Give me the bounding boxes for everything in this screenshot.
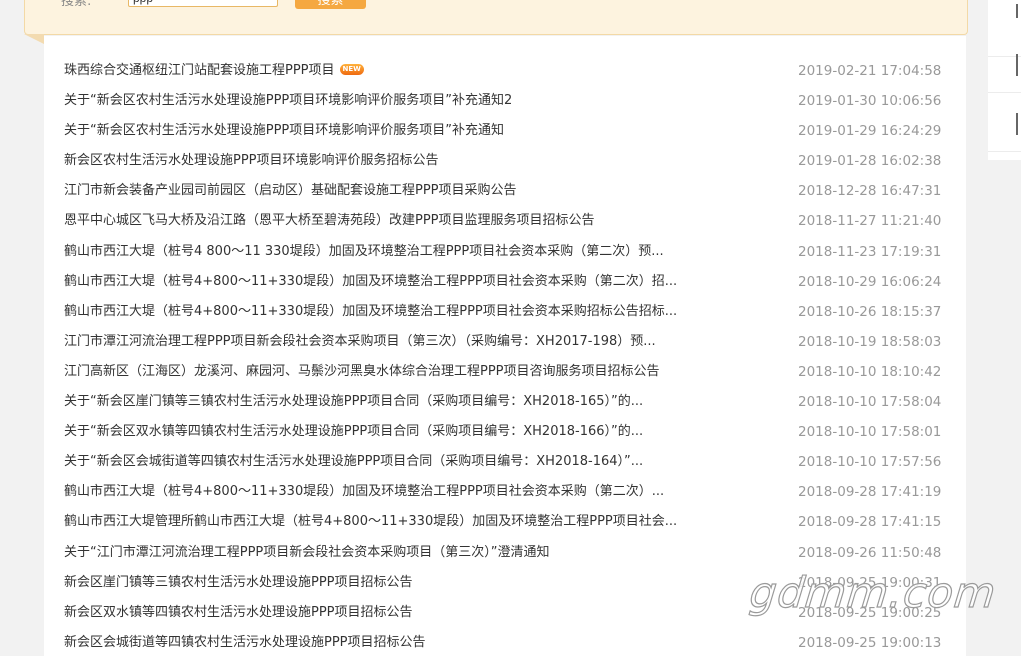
announcement-date: 2019-02-21 17:04:58 [798,63,942,79]
list-item: 鹤山市西江大堤管理所鹤山市西江大堤（桩号4+800～11+330堤段）加固及环境… [44,507,966,537]
announcement-title-text: 新会区会城街道等四镇农村生活污水处理设施PPP项目招标公告 [64,634,426,650]
list-item: 鹤山市西江大堤（桩号4+800～11+330堤段）加固及环境整治工程PPP项目社… [44,477,966,507]
announcement-title-link[interactable]: 关于“新会区农村生活污水处理设施PPP项目环境影响评价服务项目”补充通知2 [64,86,512,116]
announcement-date: 2018-10-10 17:57:56 [798,454,942,471]
list-item: 新会区农村生活污水处理设施PPP项目环境影响评价服务招标公告 2019-01-28… [44,146,966,176]
announcement-title-link[interactable]: 关于“新会区双水镇等四镇农村生活污水处理设施PPP项目合同（采购项目编号：XH2… [64,417,643,447]
sidebar-marker-icon [1016,113,1018,135]
announcement-date: 2018-11-27 11:21:40 [798,213,942,230]
announcement-title-text: 关于“新会区农村生活污水处理设施PPP项目环境影响评价服务项目”补充通知 [64,123,504,139]
announcement-title-text: 江门市新会装备产业园司前园区（启动区）基础配套设施工程PPP项目采购公告 [64,183,517,199]
announcement-title-text: 江门市潭江河流治理工程PPP项目新会段社会资本采购项目（第三次）（采购编号：XH… [64,333,656,349]
announcement-title-link[interactable]: 江门高新区（江海区）龙溪河、麻园河、马鬃沙河黑臭水体综合治理工程PPP项目咨询服… [64,357,660,387]
announcement-title-text: 鹤山市西江大堤管理所鹤山市西江大堤（桩号4+800～11+330堤段）加固及环境… [64,514,678,530]
announcement-date: 2019-01-28 16:02:38 [798,153,942,170]
sidebar-marker-icon [1016,4,1018,18]
announcement-title-link[interactable]: 鹤山市西江大堤（桩号4 800～11 330堤段）加固及环境整治工程PPP项目社… [64,237,664,267]
announcement-title-text: 新会区崖门镇等三镇农村生活污水处理设施PPP项目招标公告 [64,574,413,590]
right-sidebar [988,0,1021,160]
announcement-title-link[interactable]: 新会区崖门镇等三镇农村生活污水处理设施PPP项目招标公告 [64,568,413,598]
announcement-date: 2018-12-28 16:47:31 [798,183,942,200]
list-item: 珠西综合交通枢纽江门站配套设施工程PPP项目 NEW 2019-02-21 17:0… [44,56,966,86]
site-watermark: gdmm.com [747,567,1000,617]
announcement-title-text: 鹤山市西江大堤（桩号4+800～11+330堤段）加固及环境整治工程PPP项目社… [64,484,665,500]
announcement-date: 2019-01-30 10:06:56 [798,93,942,110]
announcement-title-text: 关于“新会区会城街道等四镇农村生活污水处理设施PPP项目合同（采购项目编号：XH… [64,454,644,470]
list-item: 关于“新会区会城街道等四镇农村生活污水处理设施PPP项目合同（采购项目编号：XH… [44,447,966,477]
search-panel: 搜索: 搜索 [24,0,968,35]
list-item: 江门高新区（江海区）龙溪河、麻园河、马鬃沙河黑臭水体综合治理工程PPP项目咨询服… [44,357,966,387]
list-item: 恩平中心城区飞马大桥及沿江路（恩平大桥至碧涛苑段）改建PPP项目监理服务项目招标… [44,206,966,236]
announcement-title-link[interactable]: 新会区双水镇等四镇农村生活污水处理设施PPP项目招标公告 [64,598,413,628]
announcement-date: 2018-09-26 11:50:48 [798,544,942,561]
announcement-title-text: 珠西综合交通枢纽江门站配套设施工程PPP项目 [64,63,335,78]
list-item: 关于“江门市潭江河流治理工程PPP项目新会段社会资本采购项目（第三次）”澄清通知… [44,538,966,568]
announcement-title-text: 鹤山市西江大堤（桩号4 800～11 330堤段）加固及环境整治工程PPP项目社… [64,243,664,259]
announcement-title-link[interactable]: 鹤山市西江大堤（桩号4+800～11+330堤段）加固及环境整治工程PPP项目社… [64,267,677,297]
sidebar-item[interactable] [988,34,1021,93]
list-item: 关于“新会区农村生活污水处理设施PPP项目环境影响评价服务项目”补充通知 2019… [44,116,966,146]
announcement-title-text: 关于“江门市潭江河流治理工程PPP项目新会段社会资本采购项目（第三次）”澄清通知 [64,544,550,560]
sidebar-item[interactable] [988,93,1021,152]
announcement-title-link[interactable]: 江门市新会装备产业园司前园区（启动区）基础配套设施工程PPP项目采购公告 [64,176,517,206]
list-item: 关于“新会区崖门镇等三镇农村生活污水处理设施PPP项目合同（采购项目编号：XH2… [44,387,966,417]
announcement-title-text: 新会区农村生活污水处理设施PPP项目环境影响评价服务招标公告 [64,153,439,169]
announcement-title-text: 鹤山市西江大堤（桩号4+800～11+330堤段）加固及环境整治工程PPP项目社… [64,273,678,289]
announcement-date: 2018-09-28 17:41:15 [798,514,942,531]
announcement-date: 2018-09-28 17:41:19 [798,484,942,501]
list-item: 关于“新会区农村生活污水处理设施PPP项目环境影响评价服务项目”补充通知2 201… [44,86,966,116]
announcement-title-link[interactable]: 关于“新会区农村生活污水处理设施PPP项目环境影响评价服务项目”补充通知 [64,116,504,146]
search-input[interactable] [128,0,278,7]
announcement-title-link[interactable]: 恩平中心城区飞马大桥及沿江路（恩平大桥至碧涛苑段）改建PPP项目监理服务项目招标… [64,206,595,236]
announcement-date: 2018-11-23 17:19:31 [798,243,942,260]
search-label: 搜索: [61,0,92,9]
announcement-title-text: 江门高新区（江海区）龙溪河、麻园河、马鬃沙河黑臭水体综合治理工程PPP项目咨询服… [64,363,660,379]
list-item: 江门市潭江河流治理工程PPP项目新会段社会资本采购项目（第三次）（采购编号：XH… [44,327,966,357]
list-item: 关于“新会区双水镇等四镇农村生活污水处理设施PPP项目合同（采购项目编号：XH2… [44,417,966,447]
announcement-title-text: 关于“新会区崖门镇等三镇农村生活污水处理设施PPP项目合同（采购项目编号：XH2… [64,394,644,410]
announcement-date: 2018-10-10 17:58:04 [798,394,942,411]
announcement-title-link[interactable]: 鹤山市西江大堤（桩号4+800～11+330堤段）加固及环境整治工程PPP项目社… [64,297,677,327]
list-item: 江门市新会装备产业园司前园区（启动区）基础配套设施工程PPP项目采购公告 2018… [44,176,966,206]
announcement-date: 2018-10-26 18:15:37 [798,303,942,320]
list-item: 鹤山市西江大堤（桩号4+800～11+330堤段）加固及环境整治工程PPP项目社… [44,297,966,327]
list-item: 鹤山市西江大堤（桩号4+800～11+330堤段）加固及环境整治工程PPP项目社… [44,267,966,297]
search-button[interactable]: 搜索 [295,0,366,9]
announcement-title-link[interactable]: 鹤山市西江大堤（桩号4+800～11+330堤段）加固及环境整治工程PPP项目社… [64,477,664,507]
announcement-date: 2018-10-10 18:10:42 [798,363,942,380]
announcement-title-link[interactable]: 关于“新会区会城街道等四镇农村生活污水处理设施PPP项目合同（采购项目编号：XH… [64,447,643,477]
announcement-title-link[interactable]: 新会区会城街道等四镇农村生活污水处理设施PPP项目招标公告 [64,628,426,656]
announcement-list-card: 珠西综合交通枢纽江门站配套设施工程PPP项目 NEW 2019-02-21 17:0… [44,36,966,656]
new-badge: NEW [339,63,364,75]
list-item: 新会区会城街道等四镇农村生活污水处理设施PPP项目招标公告 2018-09-25 … [44,628,966,656]
announcement-title-link[interactable]: 关于“江门市潭江河流治理工程PPP项目新会段社会资本采购项目（第三次）”澄清通知 [64,538,550,568]
announcement-date: 2019-01-29 16:24:29 [798,123,942,140]
announcement-date: 2018-10-29 16:06:24 [798,273,942,290]
sidebar-marker-icon [1016,54,1018,76]
announcement-title-text: 鹤山市西江大堤（桩号4+800～11+330堤段）加固及环境整治工程PPP项目社… [64,303,678,319]
announcement-date: 2018-10-10 17:58:01 [798,424,942,441]
panel-fold-corner [24,34,44,44]
announcement-title-link[interactable]: 新会区农村生活污水处理设施PPP项目环境影响评价服务招标公告 [64,146,439,176]
announcement-title-text: 关于“新会区双水镇等四镇农村生活污水处理设施PPP项目合同（采购项目编号：XH2… [64,424,644,440]
announcement-title-link[interactable]: 鹤山市西江大堤管理所鹤山市西江大堤（桩号4+800～11+330堤段）加固及环境… [64,507,677,537]
announcement-title-link[interactable]: 关于“新会区崖门镇等三镇农村生活污水处理设施PPP项目合同（采购项目编号：XH2… [64,387,643,417]
announcement-title-text: 恩平中心城区飞马大桥及沿江路（恩平大桥至碧涛苑段）改建PPP项目监理服务项目招标… [64,213,595,229]
announcement-title-link[interactable]: 江门市潭江河流治理工程PPP项目新会段社会资本采购项目（第三次）（采购编号：XH… [64,327,656,357]
announcement-title-text: 关于“新会区农村生活污水处理设施PPP项目环境影响评价服务项目”补充通知2 [64,93,513,109]
announcement-title-link[interactable]: 珠西综合交通枢纽江门站配套设施工程PPP项目 NEW [64,56,364,86]
announcement-title-text: 新会区双水镇等四镇农村生活污水处理设施PPP项目招标公告 [64,604,413,620]
announcement-list: 珠西综合交通枢纽江门站配套设施工程PPP项目 NEW 2019-02-21 17:0… [44,56,966,656]
announcement-date: 2018-09-25 19:00:13 [798,634,942,651]
list-item: 鹤山市西江大堤（桩号4 800～11 330堤段）加固及环境整治工程PPP项目社… [44,237,966,267]
announcement-date: 2018-10-19 18:58:03 [798,333,942,350]
page: 搜索: 搜索 珠西综合交通枢纽江门站配套设施工程PPP项目 NEW 2019-02-… [0,0,1021,656]
